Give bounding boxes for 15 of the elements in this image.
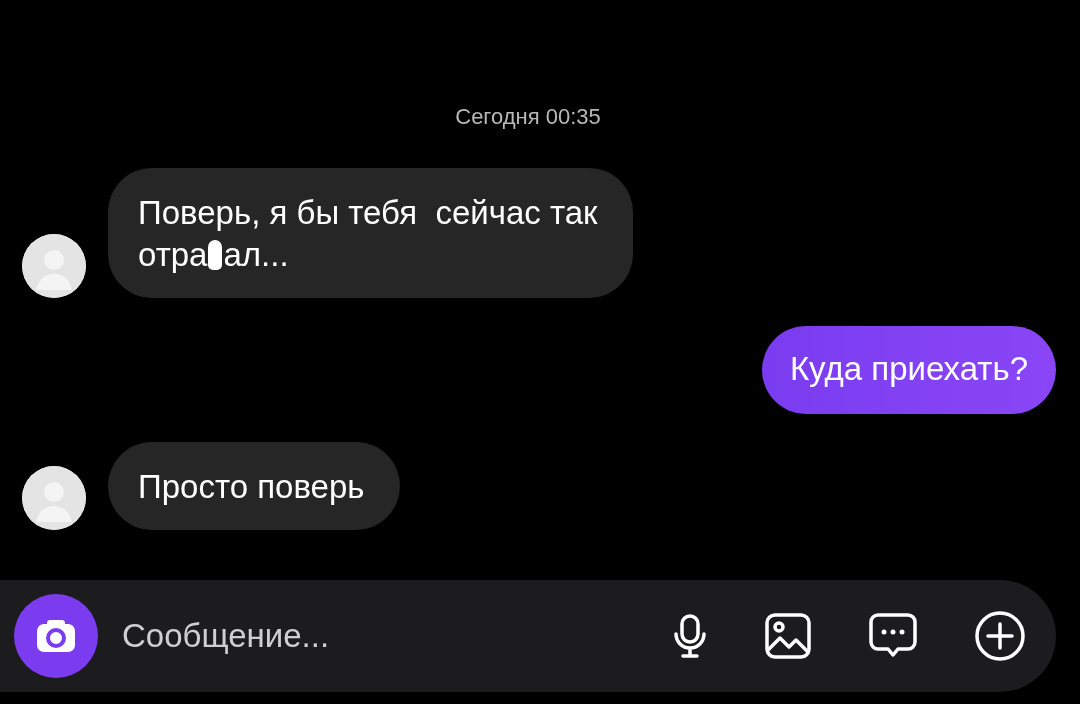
chat-icon[interactable] <box>868 612 918 660</box>
censor-mark <box>208 240 223 270</box>
timestamp: Сегодня 00:35 <box>455 104 601 130</box>
add-icon[interactable] <box>974 610 1026 662</box>
image-icon[interactable] <box>764 612 812 660</box>
message-text: Поверь, я бы тебя сейчас так <box>138 194 598 231</box>
message-bubble: Куда приехать? <box>761 326 1056 414</box>
avatar-icon[interactable] <box>22 466 86 530</box>
message-text: отра <box>138 236 208 273</box>
avatar-icon[interactable] <box>22 234 86 298</box>
message-bubble: Просто поверь <box>108 442 401 530</box>
camera-icon <box>35 618 77 654</box>
message-input[interactable]: Сообщение... <box>120 616 616 656</box>
message-text: ал... <box>223 236 289 273</box>
microphone-icon[interactable] <box>672 613 708 659</box>
